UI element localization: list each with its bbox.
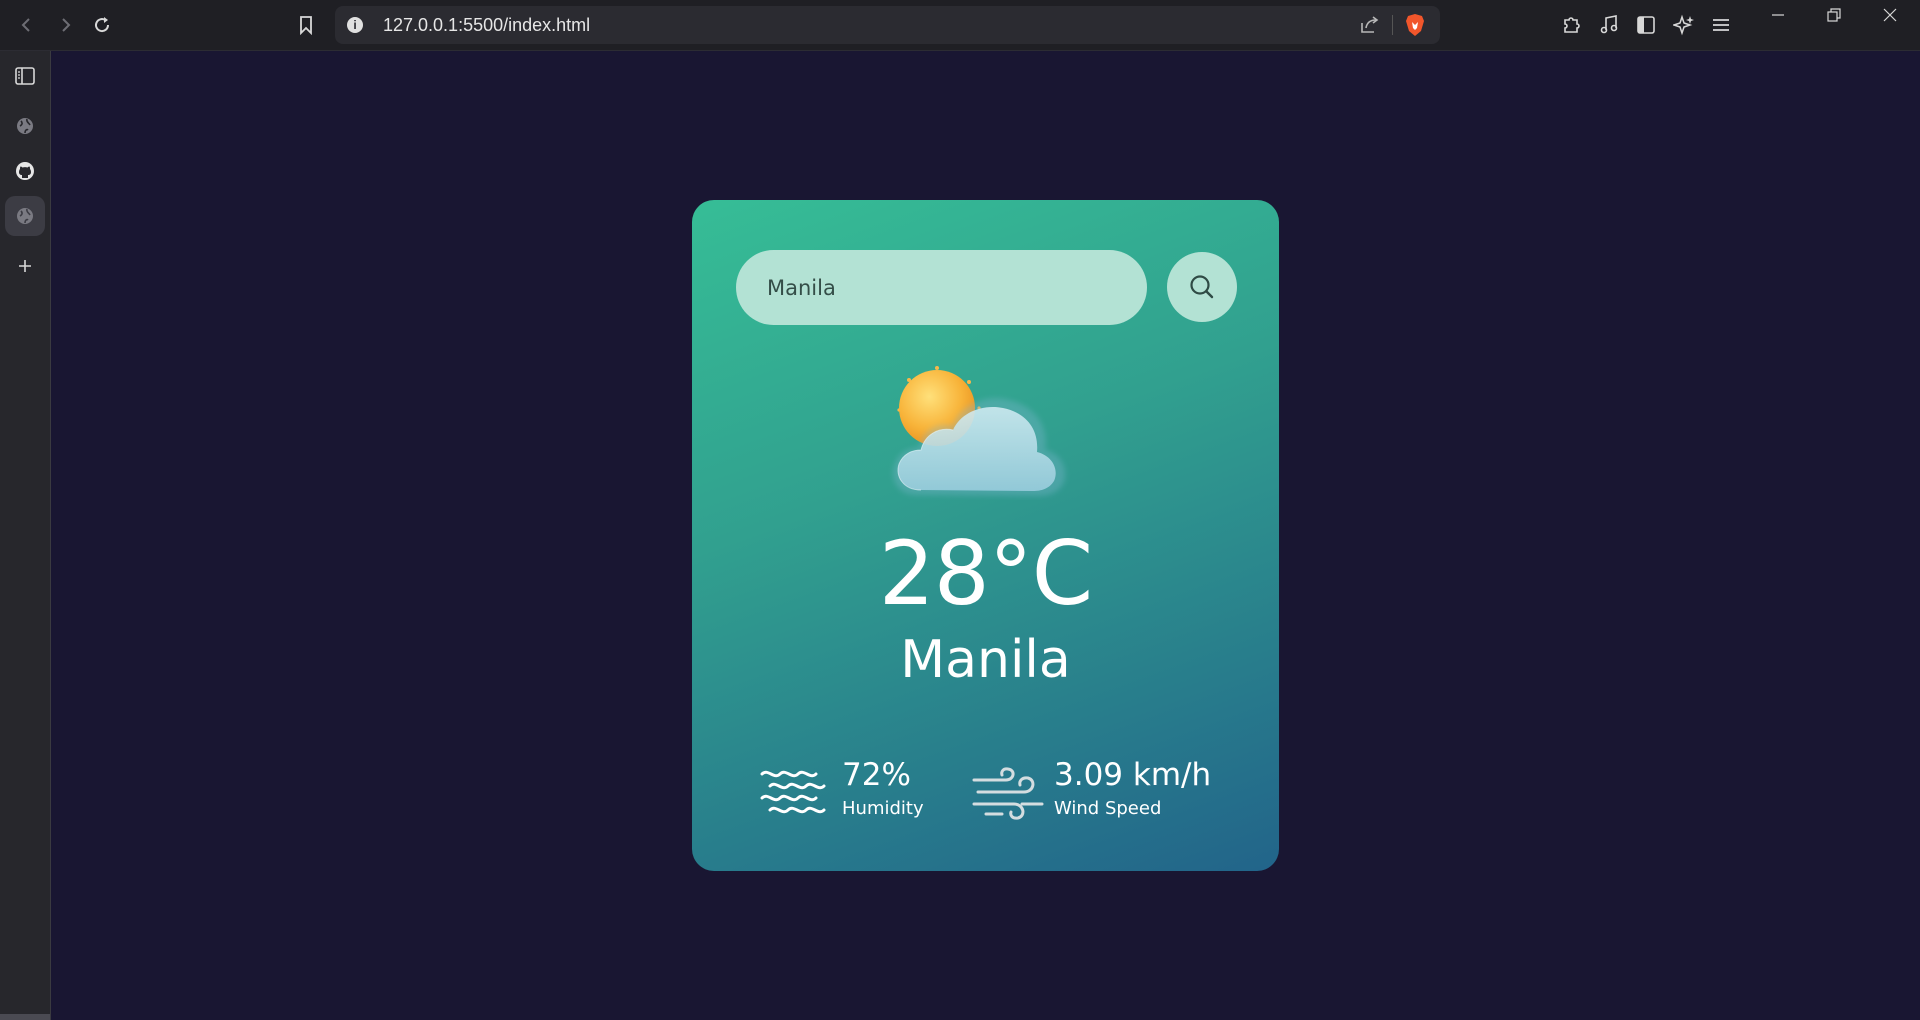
bookmark-button[interactable] — [291, 10, 321, 40]
forward-button[interactable] — [50, 10, 80, 40]
back-button[interactable] — [12, 10, 42, 40]
bookmark-icon — [300, 16, 312, 35]
chevron-left-icon — [21, 18, 30, 32]
hamburger-icon — [1713, 19, 1729, 31]
extensions-button[interactable] — [1556, 10, 1586, 40]
search-icon — [1190, 275, 1214, 299]
sidebar-toggle-button[interactable] — [1631, 10, 1661, 40]
menu-button[interactable] — [1706, 10, 1736, 40]
sparkle-icon — [1673, 14, 1694, 36]
reload-button[interactable] — [87, 10, 117, 40]
sidebar-add-button[interactable] — [5, 246, 45, 286]
city-search-input[interactable] — [736, 250, 1147, 325]
reload-icon — [95, 17, 110, 33]
brave-shield-icon[interactable] — [1404, 13, 1426, 41]
sidebar-scrollbar — [0, 1014, 50, 1020]
wind-icon — [972, 767, 1044, 820]
url-text: 127.0.0.1:5500/index.html — [383, 15, 591, 35]
wind-speed-label: Wind Speed — [1054, 798, 1162, 819]
restore-button[interactable] — [1806, 0, 1862, 30]
humidity-icon — [760, 770, 826, 814]
github-icon — [16, 162, 34, 180]
site-info-icon[interactable]: i — [347, 17, 363, 33]
close-button[interactable] — [1862, 0, 1918, 30]
humidity-value: 72% — [842, 757, 911, 793]
globe-icon — [17, 208, 33, 224]
minimize-icon — [1772, 14, 1784, 16]
chevron-right-icon — [62, 18, 71, 32]
temperature-display: 28°C — [878, 522, 1093, 625]
sidebar-site-2[interactable] — [5, 196, 45, 236]
humidity-label: Humidity — [842, 798, 924, 819]
sidebar-github[interactable] — [5, 151, 45, 191]
url-divider — [1392, 15, 1393, 35]
partly-cloudy-icon — [893, 366, 1066, 496]
music-note-icon — [1600, 15, 1618, 34]
puzzle-icon — [1564, 17, 1580, 33]
media-button[interactable] — [1594, 10, 1624, 40]
browser-sidebar — [0, 51, 51, 1020]
share-icon[interactable] — [1358, 14, 1380, 40]
wind-speed-value: 3.09 km/h — [1054, 757, 1212, 793]
close-icon — [1883, 8, 1897, 22]
sidebar-panel-button[interactable] — [5, 56, 45, 96]
browser-toolbar: i 127.0.0.1:5500/index.html — [0, 0, 1920, 51]
plus-icon — [19, 260, 31, 272]
search-button[interactable] — [1167, 252, 1237, 322]
sidebar-panel-icon — [1637, 16, 1655, 34]
leo-ai-button[interactable] — [1669, 10, 1699, 40]
restore-icon — [1827, 8, 1841, 22]
address-bar[interactable]: i 127.0.0.1:5500/index.html — [335, 6, 1440, 44]
minimize-button[interactable] — [1750, 0, 1806, 30]
globe-icon — [17, 118, 33, 134]
sidebar-site-1[interactable] — [5, 106, 45, 146]
city-name: Manila — [900, 630, 1071, 690]
weather-card: 28°C Manila 72% Humidity 3.09 km/h Wind … — [692, 200, 1279, 871]
sidebar-panel-icon — [15, 67, 35, 85]
